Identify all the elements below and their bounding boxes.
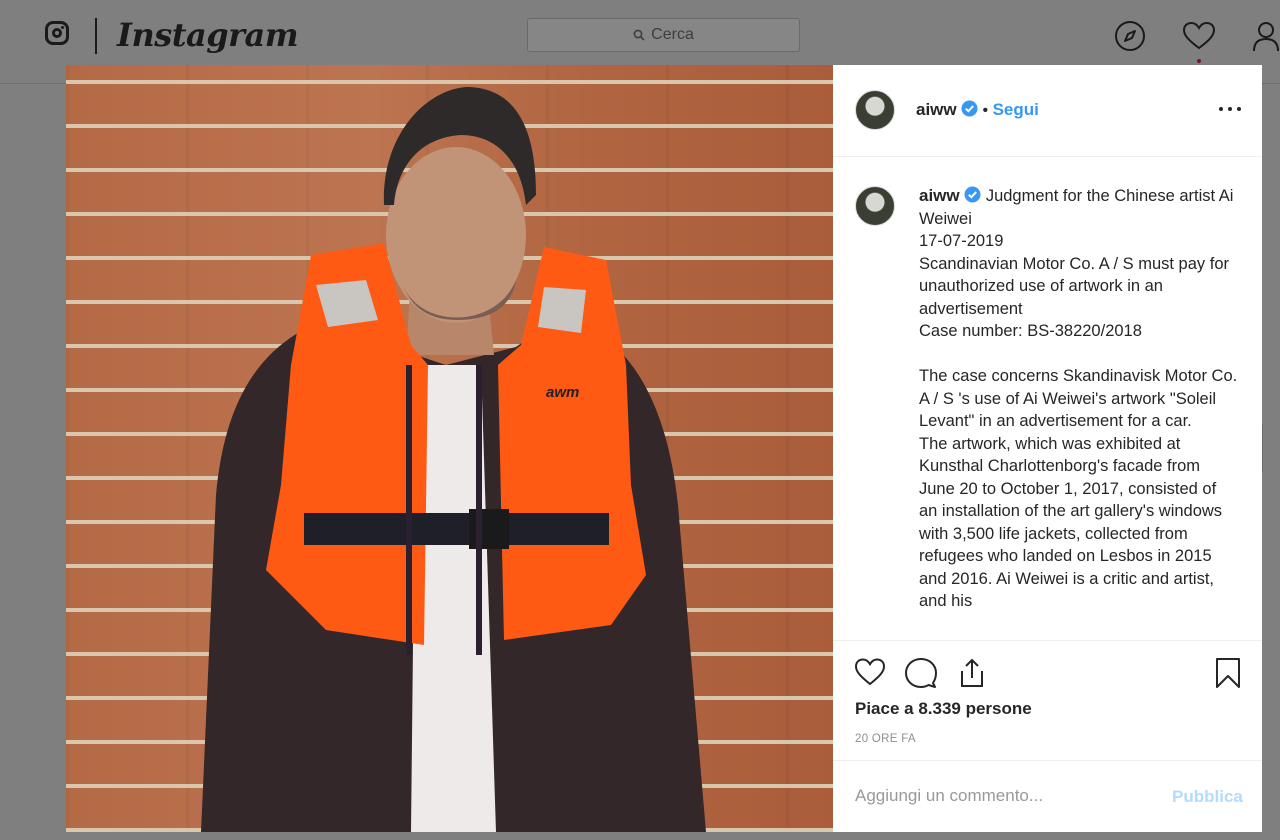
verified-badge-icon [961,100,978,117]
instagram-wordmark[interactable]: Instagram [117,16,299,54]
caption-line: The case concerns Skandinavisk Motor Co.… [919,367,1238,430]
bookmark-icon[interactable] [1215,657,1241,689]
caption-line: The artwork, which was exhibited at Kuns… [919,434,1223,611]
caption-line: Scandinavian Motor Co. A / S must pay fo… [919,254,1229,318]
next-post-arrow[interactable] [1262,424,1280,472]
post-detail-panel: aiww • Segui aiww Judgment for the Chine… [833,65,1262,832]
caption-avatar[interactable] [855,186,895,226]
logo-divider [95,18,97,54]
comment-input[interactable] [855,781,1155,811]
publish-button[interactable]: Pubblica [1172,787,1243,807]
activity-notification-dot [1197,59,1201,63]
follow-button[interactable]: Segui [993,100,1039,119]
caption-line: 17-07-2019 [919,232,1004,250]
search-icon [633,29,645,41]
search-input[interactable]: Cerca [527,18,800,52]
compass-icon[interactable] [1114,20,1146,52]
search-placeholder: Cerca [651,26,694,43]
more-options-icon[interactable] [1216,99,1244,119]
comment-icon[interactable] [904,657,938,689]
post-caption: aiww Judgment for the Chinese artist Ai … [919,185,1239,613]
caption-username[interactable]: aiww [919,186,960,205]
caption-line: Case number: BS-38220/2018 [919,322,1142,340]
likes-count[interactable]: Piace a 8.339 persone [855,699,1032,719]
post-actions: Piace a 8.339 persone 20 ORE FA [833,640,1262,745]
share-icon[interactable] [956,657,988,689]
post-timestamp[interactable]: 20 ORE FA [855,733,916,745]
like-icon[interactable] [854,657,886,687]
heart-icon[interactable] [1182,21,1216,51]
instagram-glyph-icon[interactable] [45,21,69,45]
profile-icon[interactable] [1252,20,1280,52]
caption-scroll-area[interactable]: aiww Judgment for the Chinese artist Ai … [833,157,1262,640]
avatar[interactable] [855,90,895,130]
comment-form: Pubblica [833,760,1262,833]
separator-dot: • [982,102,989,119]
post-photo[interactable]: awm [66,65,833,832]
username-link[interactable]: aiww [916,100,957,119]
post-header: aiww • Segui [833,65,1262,157]
verified-badge-icon [964,186,981,203]
post-header-user: aiww • Segui [916,100,1039,120]
svg-text:awm: awm [546,384,579,401]
post-image: awm [201,87,706,832]
